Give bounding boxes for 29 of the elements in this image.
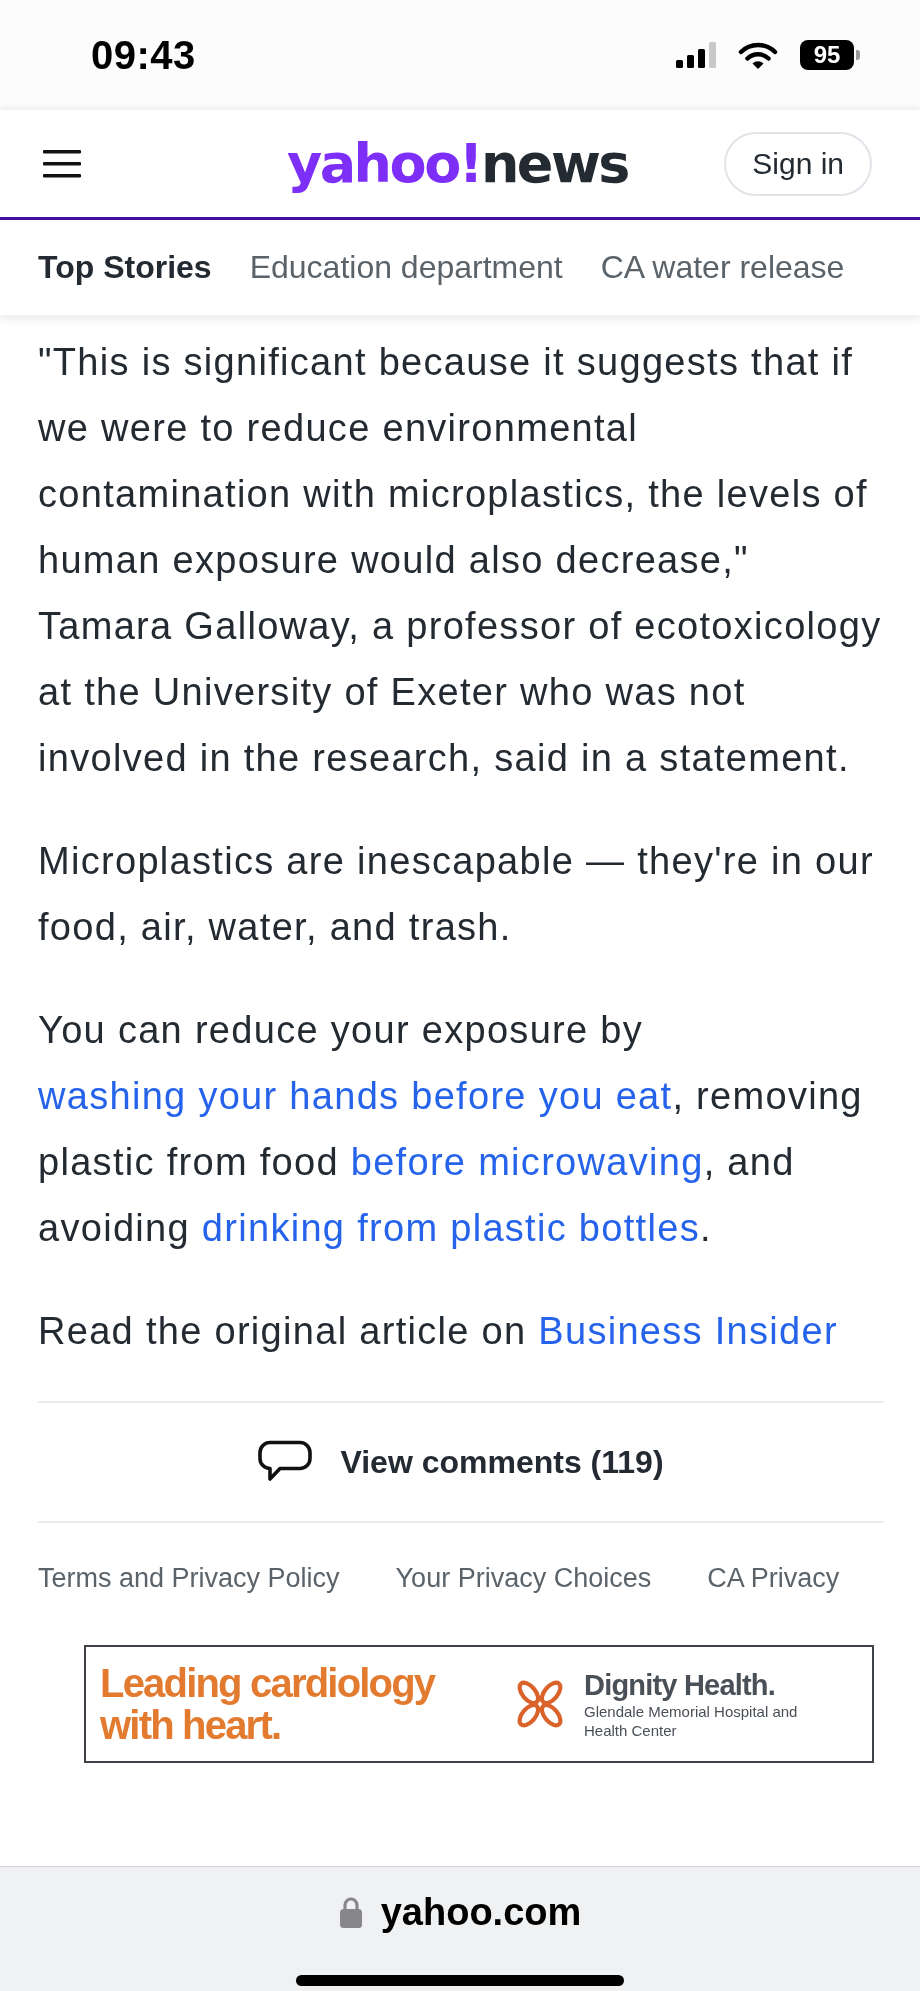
footer-link[interactable]: Terms and Privacy Policy: [38, 1563, 340, 1593]
inline-link[interactable]: Business Insider: [538, 1310, 838, 1352]
address-bar[interactable]: yahoo.com: [338, 1889, 582, 1935]
ad-subtitle: Glendale Memorial Hospital and Health Center: [584, 1702, 799, 1740]
article-paragraph: Microplastics are inescapable — they're in our food, air, water, and trash.: [38, 839, 875, 950]
signal-icon: [676, 42, 716, 68]
footer-link[interactable]: CA Privacy: [707, 1563, 840, 1593]
ad-headline: Leading cardiology with heart.: [100, 1662, 437, 1746]
inline-link[interactable]: drinking from plastic bottles: [201, 1207, 700, 1249]
article-paragraph: "This is significant because it suggests that if we were to reduce environmental contamination with microplastics, the levels of human exposure would also decrease," Tamara Galloway, a professor of ecotoxicology at the University of Exeter who was not involved in the research, said in a statement.: [38, 340, 883, 781]
yahoo-news-logo[interactable]: yahoo!news: [287, 131, 628, 196]
clock-time: 09:43: [91, 32, 196, 78]
nav-tab[interactable]: CA water release: [600, 249, 845, 286]
menu-icon[interactable]: [43, 148, 81, 179]
article-paragraph: Read the original article on Business Insider: [38, 1309, 839, 1354]
view-comments-button[interactable]: View comments (119): [258, 1440, 664, 1484]
inline-link[interactable]: washing your hands before you eat: [38, 1075, 673, 1117]
ad-banner[interactable]: Leading cardiology with heart. Dignity Health. Glendale Memorial Hospital and Health Center: [84, 1645, 874, 1763]
lock-icon: [338, 1896, 363, 1928]
footer-link[interactable]: Your Privacy Choices: [395, 1563, 652, 1593]
ad-brand-name: Dignity Health.: [584, 1668, 776, 1702]
inline-link[interactable]: before microwaving: [350, 1141, 704, 1183]
nav-tab[interactable]: Education department: [249, 249, 563, 286]
nav-tab[interactable]: Top Stories: [38, 249, 212, 286]
sign-in-button[interactable]: Sign in: [724, 131, 872, 196]
battery-indicator: 95: [800, 40, 860, 70]
comment-icon: [258, 1440, 313, 1484]
article-paragraph: You can reduce your exposure by washing your hands before you eat, removing plastic from food before microwaving, and avoiding drinking from plastic bottles.: [38, 1008, 864, 1251]
wifi-icon: [738, 41, 778, 69]
